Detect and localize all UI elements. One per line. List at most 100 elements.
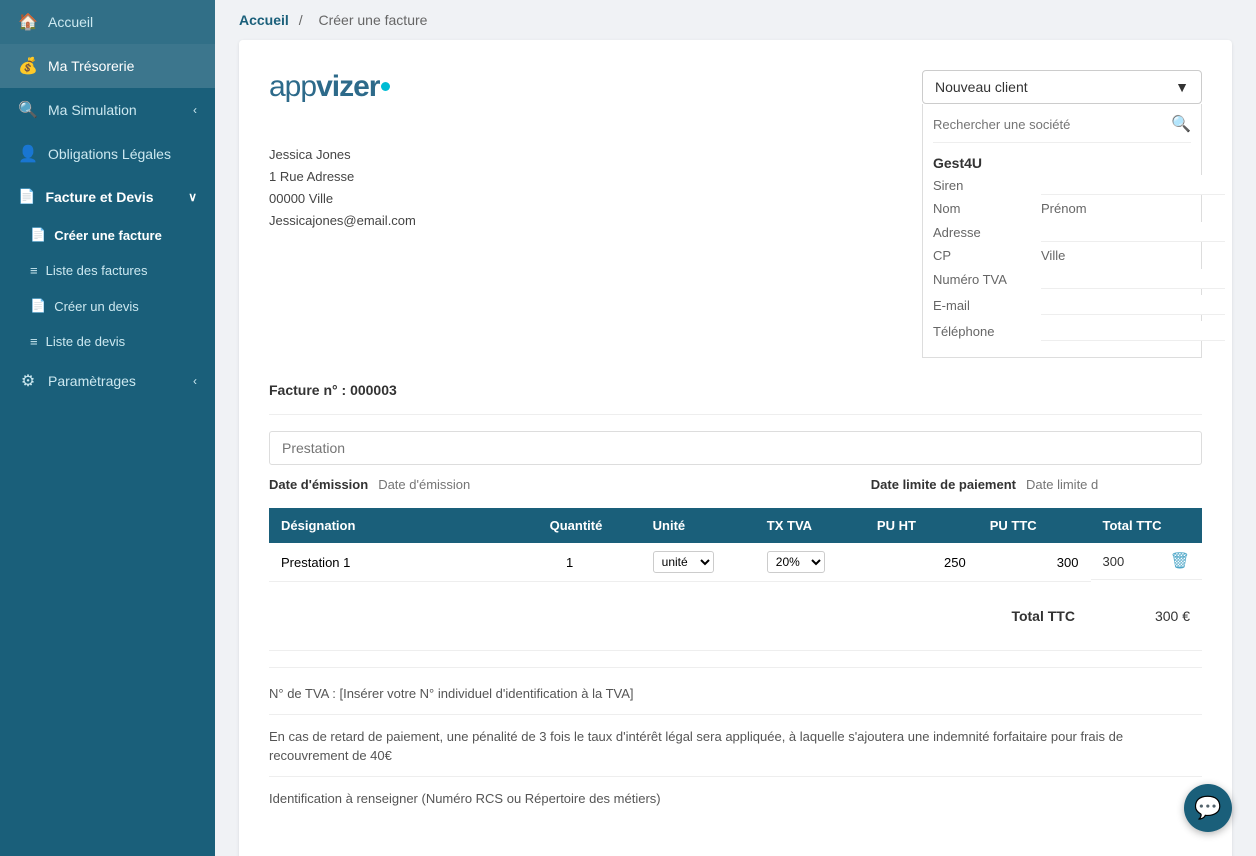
date-limite-label: Date limite de paiement: [871, 477, 1016, 492]
doc-icon: 📄: [30, 227, 46, 243]
note-penalite: En cas de retard de paiement, une pénali…: [269, 727, 1202, 777]
sidebar-sub-label: Créer une facture: [54, 228, 162, 243]
tva-input[interactable]: [1041, 269, 1225, 289]
main-content: Accueil / Créer une facture appvizer Jes…: [215, 0, 1256, 856]
sidebar-sub-label: Créer un devis: [54, 299, 139, 314]
sidebar: 🏠 Accueil 💰 Ma Trésorerie 🔍 Ma Simulatio…: [0, 0, 215, 856]
divider: [269, 414, 1202, 415]
pu-ht-input[interactable]: [906, 555, 966, 570]
table-header: Désignation Quantité Unité TX TVA PU HT …: [269, 508, 1202, 543]
date-limite-input[interactable]: [1026, 477, 1202, 492]
chat-icon: 💬: [1194, 795, 1221, 821]
adresse-input[interactable]: [1041, 222, 1225, 242]
nom-label: Nom: [933, 201, 1033, 216]
designation-input[interactable]: [281, 555, 526, 570]
dates-row: Date d'émission Date limite de paiement: [269, 477, 1202, 492]
doc2-icon: 📄: [30, 298, 46, 314]
adresse-label: Adresse: [933, 225, 1033, 240]
col-designation: Désignation: [269, 508, 538, 543]
siren-row: Siren: [933, 175, 1191, 195]
siren-input[interactable]: [1041, 175, 1225, 195]
invoice-top: appvizer Jessica Jones 1 Rue Adresse 000…: [269, 70, 1202, 358]
sidebar-sub-label: Liste des factures: [46, 263, 148, 278]
total-label: Total TTC: [1011, 608, 1075, 624]
sender-address: 1 Rue Adresse: [269, 166, 416, 188]
sidebar-item-simulation[interactable]: 🔍 Ma Simulation ‹: [0, 88, 215, 132]
sender-city: 00000 Ville: [269, 188, 416, 210]
col-total-ttc: Total TTC: [1091, 508, 1203, 543]
sidebar-sub-label: Liste de devis: [46, 334, 126, 349]
breadcrumb-current: Créer une facture: [318, 12, 427, 28]
invoice-container: appvizer Jessica Jones 1 Rue Adresse 000…: [239, 40, 1232, 856]
col-pu-ht: PU HT: [865, 508, 978, 543]
tx-tva-select[interactable]: 20% 10% 5.5% 0%: [767, 551, 825, 573]
adresse-row: Adresse: [933, 222, 1191, 242]
sidebar-item-obligations[interactable]: 👤 Obligations Légales: [0, 132, 215, 176]
quantite-input[interactable]: [550, 555, 590, 570]
sender-name: Jessica Jones: [269, 144, 416, 166]
chat-button[interactable]: 💬: [1184, 784, 1232, 832]
cell-designation: [269, 543, 538, 582]
treasury-icon: 💰: [18, 56, 38, 76]
gear-icon: ⚙: [18, 371, 38, 391]
client-panel: Nouveau client ▼ 🔍 Gest4U Siren Nom: [922, 70, 1202, 358]
tva-row: Numéro TVA: [933, 269, 1191, 289]
search-icon[interactable]: 🔍: [1171, 114, 1191, 134]
sender-email: Jessicajones@email.com: [269, 210, 416, 232]
telephone-row: Téléphone: [933, 321, 1191, 341]
sidebar-item-liste-devis[interactable]: ≡ Liste de devis: [0, 324, 215, 359]
cell-total-ttc: 300 🗑: [1091, 543, 1203, 580]
notes-section: N° de TVA : [Insérer votre N° individuel…: [269, 667, 1202, 818]
document-icon: 📄: [18, 188, 35, 205]
search-input[interactable]: [933, 117, 1171, 132]
cell-quantite: [538, 543, 641, 582]
client-dropdown-button[interactable]: Nouveau client ▼: [922, 70, 1202, 104]
telephone-input[interactable]: [1041, 321, 1225, 341]
col-quantite: Quantité: [538, 508, 641, 543]
table-body: unité heure jour 20% 10% 5.5% 0%: [269, 543, 1202, 582]
unite-select[interactable]: unité heure jour: [653, 551, 714, 573]
sidebar-item-label: Obligations Légales: [48, 146, 171, 162]
breadcrumb-home[interactable]: Accueil: [239, 12, 289, 28]
cell-pu-ttc: [978, 543, 1091, 582]
note-identification: Identification à renseigner (Numéro RCS …: [269, 789, 1202, 819]
sidebar-item-label: Ma Simulation: [48, 102, 137, 118]
gest4u-label: Gest4U: [933, 151, 1191, 175]
home-icon: 🏠: [18, 12, 38, 32]
cell-unite: unité heure jour: [641, 543, 755, 582]
email-label: E-mail: [933, 298, 1033, 313]
sidebar-item-tresorerie[interactable]: 💰 Ma Trésorerie: [0, 44, 215, 88]
search-row: 🔍: [933, 114, 1191, 143]
breadcrumb: Accueil / Créer une facture: [215, 0, 1256, 40]
delete-row-button[interactable]: 🗑: [1170, 551, 1190, 571]
client-dropdown-label: Nouveau client: [935, 79, 1028, 95]
sidebar-item-parametrages[interactable]: ⚙ Paramètrages ‹: [0, 359, 215, 403]
note-tva: N° de TVA : [Insérer votre N° individuel…: [269, 684, 1202, 715]
search-icon: 🔍: [18, 100, 38, 120]
chevron-left-icon: ‹: [193, 374, 197, 388]
sidebar-item-accueil[interactable]: 🏠 Accueil: [0, 0, 215, 44]
prestation-input[interactable]: [269, 431, 1202, 465]
sidebar-item-facture-devis[interactable]: 📄 Facture et Devis ∨: [0, 176, 215, 217]
total-ttc-value: 300: [1103, 554, 1125, 569]
sidebar-item-liste-factures[interactable]: ≡ Liste des factures: [0, 253, 215, 288]
col-unite: Unité: [641, 508, 755, 543]
cp-label: CP: [933, 248, 1033, 263]
logo-area: appvizer Jessica Jones 1 Rue Adresse 000…: [269, 70, 416, 232]
sender-info: Jessica Jones 1 Rue Adresse 00000 Ville …: [269, 144, 416, 232]
dropdown-arrow-icon: ▼: [1175, 79, 1189, 95]
client-form: 🔍 Gest4U Siren Nom Prénom Adresse: [922, 104, 1202, 358]
siren-label: Siren: [933, 178, 1033, 193]
sidebar-item-label: Paramètrages: [48, 373, 136, 389]
email-row: E-mail: [933, 295, 1191, 315]
sidebar-item-creer-facture[interactable]: 📄 Créer une facture: [0, 217, 215, 253]
telephone-label: Téléphone: [933, 324, 1033, 339]
list-icon: ≡: [30, 263, 38, 278]
ville-label: Ville: [1041, 248, 1141, 263]
date-emission-input[interactable]: [378, 477, 554, 492]
date-emission-label: Date d'émission: [269, 477, 368, 492]
email-input[interactable]: [1041, 295, 1225, 315]
sidebar-item-creer-devis[interactable]: 📄 Créer un devis: [0, 288, 215, 324]
pu-ttc-input[interactable]: [1019, 555, 1079, 570]
logo: appvizer: [269, 70, 416, 104]
